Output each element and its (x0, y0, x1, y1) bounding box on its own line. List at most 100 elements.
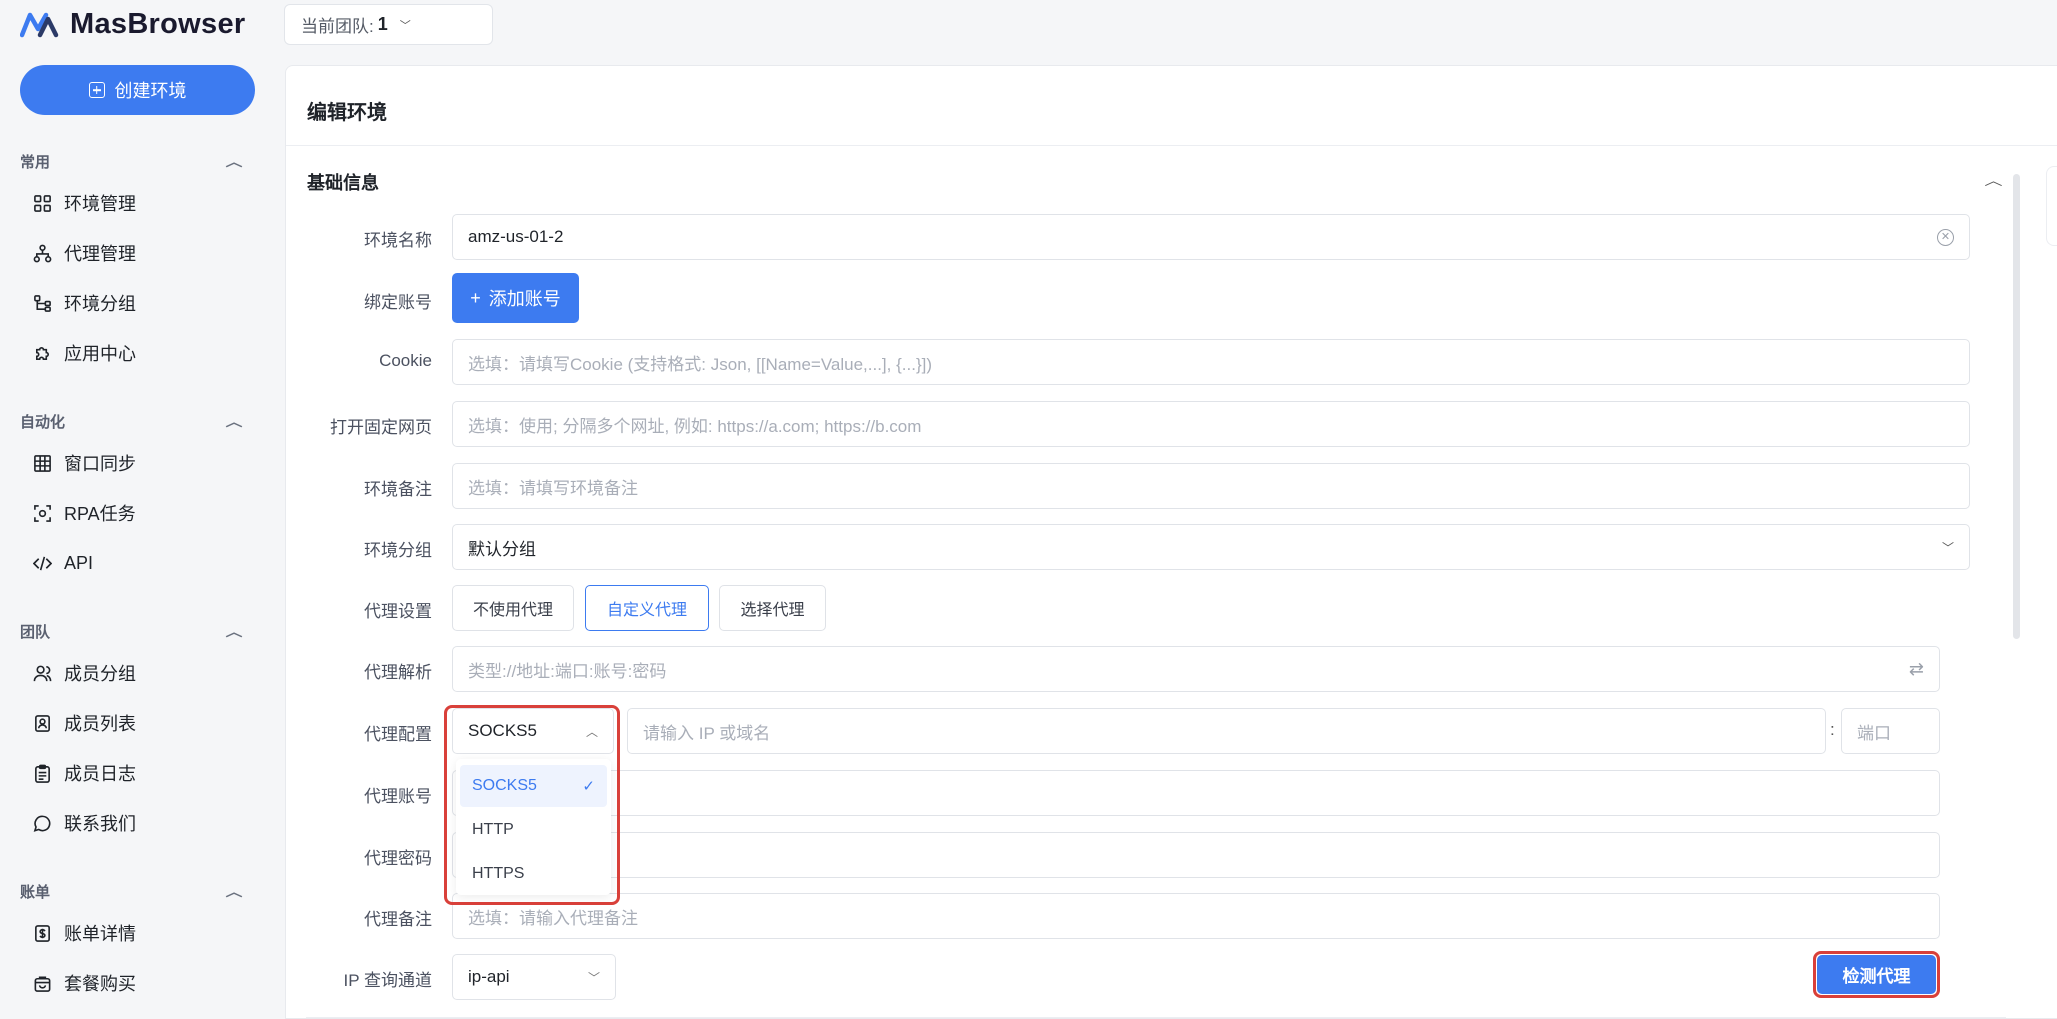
check-icon: ✓ (582, 778, 595, 795)
proxy-parse-input[interactable]: 类型://地址:端口:账号:密码 ⇄ (452, 646, 1940, 692)
open-url-placeholder: 选填：使用; 分隔多个网址, 例如: https://a.com; https:… (468, 416, 922, 436)
sidebar-item-label: API (64, 552, 94, 573)
no-proxy-button[interactable]: 不使用代理 (452, 585, 574, 631)
proxy-parse-label: 代理解析 (364, 663, 432, 682)
cookie-input[interactable]: 选填：请填写Cookie (支持格式: Json, [[Name=Value,.… (452, 339, 1970, 385)
add-account-button[interactable]: + 添加账号 (452, 273, 579, 323)
add-box-icon (88, 82, 105, 98)
sidebar-item-api[interactable]: API (32, 545, 93, 581)
chevron-up-icon: ︿ (225, 155, 243, 169)
dropdown-option-http[interactable]: HTTP (460, 809, 607, 851)
env-note-placeholder: 选填：请填写环境备注 (468, 478, 638, 498)
team-label: 当前团队: (301, 17, 374, 36)
dropdown-option-https[interactable]: HTTPS (460, 853, 607, 895)
sidebar-item-env-manage[interactable]: 环境管理 (32, 185, 136, 221)
sidebar-item-bill-detail[interactable]: 账单详情 (32, 915, 136, 951)
cookie-label: Cookie (379, 351, 432, 370)
sidebar-item-label: 成员列表 (64, 714, 136, 734)
users-icon (32, 663, 52, 683)
section-automation[interactable]: 自动化 ︿ (20, 411, 243, 432)
colon-separator: : (1830, 720, 1835, 739)
sidebar-item-member-list[interactable]: 成员列表 (32, 705, 136, 741)
clear-icon[interactable]: ✕ (1937, 228, 1954, 246)
section-billing[interactable]: 账单 ︿ (20, 881, 243, 902)
custom-proxy-button[interactable]: 自定义代理 (585, 585, 709, 631)
proxy-type-dropdown: SOCKS5 ✓ HTTP HTTPS (456, 759, 611, 895)
sidebar-item-env-group[interactable]: 环境分组 (32, 285, 136, 321)
sidebar-item-label: 应用中心 (64, 344, 136, 364)
sidebar-item-plan-purchase[interactable]: 套餐购买 (32, 965, 136, 1001)
chevron-up-icon: ︿ (225, 625, 243, 639)
section-team[interactable]: 团队 ︿ (20, 621, 243, 642)
dropdown-option-socks5[interactable]: SOCKS5 ✓ (460, 765, 607, 807)
swap-icon[interactable]: ⇄ (1909, 659, 1924, 680)
scan-icon (32, 503, 52, 523)
open-url-input[interactable]: 选填：使用; 分隔多个网址, 例如: https://a.com; https:… (452, 401, 1970, 447)
chevron-down-icon: ﹀ (399, 19, 411, 32)
side-panel-edge (2046, 166, 2057, 246)
proxy-account-label: 代理账号 (364, 787, 432, 806)
proxy-note-input[interactable]: 选填：请输入代理备注 (452, 893, 1940, 939)
main-panel: 编辑环境 基础信息 ︿ 环境名称 amz-us-01-2 ✕ 绑定账号 + 添加… (285, 65, 2057, 1019)
create-environment-label: 创建环境 (114, 81, 187, 101)
clipboard-icon (32, 763, 52, 783)
sidebar-item-label: 环境分组 (64, 294, 136, 314)
bag-icon (32, 973, 52, 993)
proxy-password-input[interactable] (452, 832, 1940, 878)
ip-channel-label: IP 查询通道 (343, 971, 432, 990)
dropdown-option-label: HTTPS (472, 865, 525, 882)
select-proxy-button[interactable]: 选择代理 (719, 585, 826, 631)
sidebar-item-proxy-manage[interactable]: 代理管理 (32, 235, 136, 271)
sidebar-item-app-center[interactable]: 应用中心 (32, 335, 136, 371)
env-name-input[interactable]: amz-us-01-2 ✕ (452, 214, 1970, 260)
create-environment-button[interactable]: 创建环境 (20, 65, 255, 115)
sidebar-item-label: 成员分组 (64, 664, 136, 684)
sidebar-item-label: 环境管理 (64, 194, 136, 214)
proxy-account-input[interactable] (452, 770, 1940, 816)
section-divider (306, 1017, 2006, 1018)
add-account-label: 添加账号 (488, 289, 561, 309)
sidebar-item-window-sync[interactable]: 窗口同步 (32, 445, 136, 481)
team-value: 1 (377, 14, 388, 34)
section-team-title: 团队 (20, 624, 51, 641)
proxy-host-input[interactable]: 请输入 IP 或域名 (627, 708, 1826, 754)
proxy-port-placeholder: 端口 (1857, 723, 1891, 743)
detect-proxy-button[interactable]: 检测代理 (1817, 955, 1936, 994)
branch-icon (32, 293, 52, 313)
bill-icon (32, 923, 52, 943)
env-note-input[interactable]: 选填：请填写环境备注 (452, 463, 1970, 509)
sidebar-item-rpa[interactable]: RPA任务 (32, 495, 136, 531)
proxy-setting-label: 代理设置 (364, 602, 432, 621)
chevron-up-icon: ︿ (225, 415, 243, 429)
sidebar-item-label: 联系我们 (64, 814, 136, 834)
sidebar-item-label: 代理管理 (64, 244, 136, 264)
chevron-up-icon[interactable]: ︿ (1984, 170, 2002, 189)
sidebar: MasBrowser 创建环境 常用 ︿ 环境管理 代理管理 环境分组 应用中心… (0, 0, 276, 1019)
proxy-config-label: 代理配置 (364, 725, 432, 744)
scrollbar[interactable] (2013, 174, 2020, 639)
sidebar-item-contact[interactable]: 联系我们 (32, 805, 136, 841)
sidebar-item-label: 成员日志 (64, 764, 136, 784)
bind-account-label: 绑定账号 (364, 293, 432, 312)
team-selector[interactable]: 当前团队: 1 ﹀ (284, 4, 493, 45)
proxy-port-input[interactable]: 端口 (1841, 708, 1940, 754)
ip-channel-value: ip-api (468, 967, 510, 986)
brand-logo-icon (20, 12, 59, 38)
page-title: 编辑环境 (307, 102, 387, 124)
env-name-label: 环境名称 (364, 231, 432, 250)
dropdown-option-label: HTTP (472, 821, 514, 838)
sidebar-item-member-group[interactable]: 成员分组 (32, 655, 136, 691)
section-billing-title: 账单 (20, 884, 51, 901)
chevron-down-icon: ﹀ (1941, 540, 1954, 555)
ip-channel-select[interactable]: ip-api ﹀ (452, 954, 616, 1000)
chevron-up-icon: ︿ (225, 885, 243, 899)
env-group-select[interactable]: 默认分组 ﹀ (452, 524, 1970, 570)
proxy-note-placeholder: 选填：请输入代理备注 (468, 908, 638, 928)
section-common[interactable]: 常用 ︿ (20, 151, 243, 172)
grid-icon (32, 193, 52, 213)
app-logo[interactable]: MasBrowser (20, 6, 245, 42)
brand-name: MasBrowser (70, 7, 246, 40)
network-icon (32, 243, 52, 263)
sidebar-item-member-log[interactable]: 成员日志 (32, 755, 136, 791)
cookie-placeholder: 选填：请填写Cookie (支持格式: Json, [[Name=Value,.… (468, 354, 933, 374)
